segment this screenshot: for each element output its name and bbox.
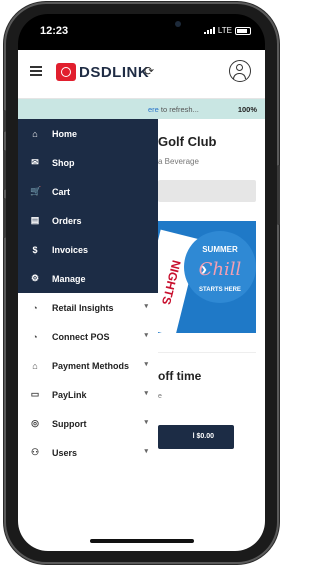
menu-item-label: Invoices <box>52 244 89 255</box>
progress-percent: 100% <box>237 105 257 114</box>
menu-item-invoices[interactable]: $ Invoices <box>18 235 158 264</box>
promo-line2: Chill <box>198 259 242 280</box>
menu-item-manage[interactable]: ⚙ Manage <box>18 264 158 293</box>
menu-item-label: Orders <box>52 215 82 226</box>
battery-icon <box>235 26 251 35</box>
lifebuoy-icon: ◎ <box>31 418 39 428</box>
chevron-down-icon: ▾ <box>144 361 148 368</box>
gauge-icon: ◔ <box>32 302 38 313</box>
menu-item-label: Connect POS <box>52 331 110 342</box>
search-bar[interactable] <box>158 180 256 202</box>
phone-side-button <box>3 198 6 238</box>
pay-button[interactable]: l $0.00 <box>158 425 234 449</box>
status-time: 12:23 <box>40 25 69 37</box>
menu-item-payment-methods[interactable]: ⌂ Payment Methods ▾ <box>18 351 158 380</box>
refresh-banner: ere to refresh... 100% <box>18 99 265 119</box>
chevron-down-icon: ▾ <box>144 419 148 426</box>
brand-logo-icon <box>56 63 76 81</box>
refresh-banner-rest: to refresh... <box>158 105 199 114</box>
menu-item-label: Support <box>52 418 87 429</box>
promo-line1: SUMMER <box>202 245 238 254</box>
dollar-icon: $ <box>32 244 38 255</box>
menu-item-label: Users <box>52 447 78 458</box>
gear-icon: ⚙ <box>30 273 40 283</box>
menu-item-users[interactable]: ⚇ Users ▾ <box>18 438 158 467</box>
menu-item-connect-pos[interactable]: ◔ Connect POS ▾ <box>18 322 158 351</box>
phone-side-button <box>277 165 280 225</box>
promo-banner[interactable]: SUMMER Chill STARTS HERE › <box>158 221 256 333</box>
cart-icon: 🛒 <box>30 186 42 196</box>
chevron-down-icon: ▾ <box>144 390 148 397</box>
network-label: LTE <box>217 26 232 35</box>
offtime-subtitle: e <box>158 393 162 400</box>
menu-item-cart[interactable]: 🛒 Cart <box>18 177 158 206</box>
notch <box>78 14 206 36</box>
next-arrow-icon[interactable]: › <box>201 259 207 280</box>
menu-item-label: Manage <box>52 273 86 284</box>
menu-item-shop[interactable]: ✉ Shop <box>18 148 158 177</box>
hamburger-menu-icon[interactable] <box>30 66 42 78</box>
menu-item-label: Home <box>52 128 78 139</box>
offtime-title: off time <box>158 369 202 383</box>
bank-icon: ⌂ <box>32 360 38 371</box>
menu-item-paylink[interactable]: ▭ PayLink ▾ <box>18 380 158 409</box>
promo-line3: STARTS HERE <box>199 287 241 293</box>
offtime-card: off time e l $0.00 <box>158 352 256 463</box>
status-bar: 12:23 LTE <box>18 14 265 50</box>
menu-item-label: Cart <box>52 186 71 197</box>
menu-item-label: Payment Methods <box>52 360 130 371</box>
user-account-icon[interactable] <box>229 60 251 82</box>
money-icon: ▭ <box>30 389 40 399</box>
camera-icon <box>175 21 181 27</box>
side-menu: ⌂ Home ✉ Shop 🛒 Cart ▤ Orders $ Invoices ⚙ Man… <box>18 119 158 459</box>
menu-item-retail-insights[interactable]: ◔ Retail Insights ▾ <box>18 293 158 322</box>
phone-side-button <box>3 150 6 190</box>
side-menu-primary: ⌂ Home ✉ Shop 🛒 Cart ▤ Orders $ Invoices ⚙ Man… <box>18 119 158 293</box>
club-title: Golf Club <box>158 134 217 149</box>
refresh-icon[interactable]: ⟳ <box>144 64 154 78</box>
users-icon: ⚇ <box>30 447 40 457</box>
app-view: DSDLINK ⟳ ere to refresh... 100% Golf Cl… <box>18 50 265 551</box>
signal-icon <box>203 27 215 34</box>
menu-item-orders[interactable]: ▤ Orders <box>18 206 158 235</box>
chevron-down-icon: ▾ <box>144 448 148 455</box>
menu-item-label: Shop <box>52 157 75 168</box>
chevron-down-icon: ▾ <box>144 303 148 310</box>
menu-item-home[interactable]: ⌂ Home <box>18 119 158 148</box>
chevron-down-icon: ▾ <box>144 332 148 339</box>
status-indicators: LTE <box>203 26 251 35</box>
beverage-subtitle: a Beverage <box>158 157 199 166</box>
refresh-banner-text: ere to refresh... <box>148 105 199 114</box>
menu-item-support[interactable]: ◎ Support ▾ <box>18 409 158 438</box>
gauge-icon: ◔ <box>32 331 38 342</box>
phone-screen: 12:23 LTE DSDLINK ⟳ ere to refresh... 10… <box>18 14 265 551</box>
brand-name: DSDLINK <box>79 64 150 81</box>
app-header: DSDLINK ⟳ <box>18 50 265 99</box>
home-icon: ⌂ <box>32 128 38 139</box>
home-indicator[interactable] <box>90 539 194 543</box>
phone-side-button <box>3 110 6 132</box>
menu-item-label: PayLink <box>52 389 87 400</box>
refresh-link[interactable]: ere <box>148 105 159 114</box>
document-icon: ▤ <box>30 215 40 225</box>
envelope-icon: ✉ <box>31 157 39 167</box>
promo-badge: SUMMER Chill STARTS HERE <box>184 231 256 303</box>
menu-item-label: Retail Insights <box>52 302 114 313</box>
